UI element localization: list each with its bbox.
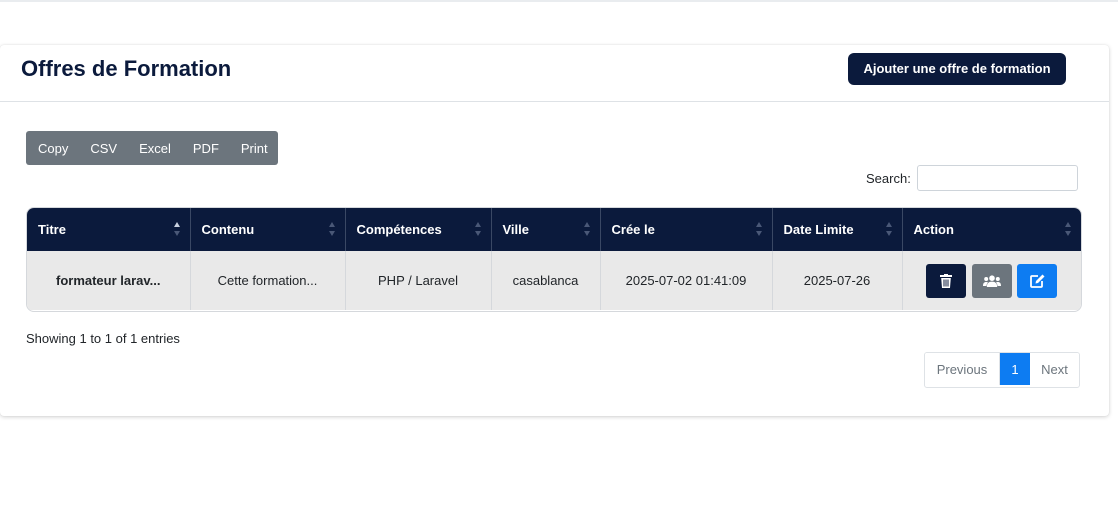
column-header-competences[interactable]: Compétences	[345, 208, 492, 251]
excel-button[interactable]: Excel	[128, 131, 182, 165]
column-header-label: Date Limite	[783, 222, 854, 237]
column-header-label: Contenu	[201, 222, 255, 237]
column-header-label: Crée le	[611, 222, 655, 237]
column-header-label: Ville	[502, 222, 530, 237]
offers-card: Offres de Formation Ajouter une offre de…	[0, 45, 1109, 416]
copy-button[interactable]: Copy	[26, 131, 79, 165]
table-row: formateur larav... Cette formation... PH…	[27, 251, 1081, 310]
table-header-row: Titre Contenu Compétences Ville Crée le …	[27, 208, 1081, 251]
cell-date-limite: 2025-07-26	[772, 251, 903, 310]
sort-icon	[474, 222, 482, 236]
pdf-button[interactable]: PDF	[182, 131, 230, 165]
column-header-label: Action	[913, 222, 954, 237]
sort-asc-icon	[173, 222, 181, 236]
sort-icon	[583, 222, 591, 236]
table-info: Showing 1 to 1 of 1 entries	[26, 331, 180, 346]
column-header-label: Compétences	[356, 222, 442, 237]
pagination-previous[interactable]: Previous	[925, 353, 1000, 385]
cell-titre: formateur larav...	[27, 251, 191, 310]
column-header-titre[interactable]: Titre	[27, 208, 191, 251]
edit-button[interactable]	[1017, 263, 1058, 298]
cell-cree-le: 2025-07-02 01:41:09	[600, 251, 773, 310]
card-header: Offres de Formation Ajouter une offre de…	[0, 45, 1109, 102]
print-button[interactable]: Print	[230, 131, 279, 165]
column-header-label: Titre	[38, 222, 66, 237]
sort-icon	[755, 222, 763, 236]
column-header-date-limite[interactable]: Date Limite	[772, 208, 903, 251]
pagination: Previous 1 Next	[924, 352, 1080, 388]
offers-table-wrapper: Titre Contenu Compétences Ville Crée le …	[26, 207, 1082, 312]
top-divider	[0, 0, 1118, 2]
candidates-button[interactable]	[971, 263, 1012, 298]
page-title: Offres de Formation	[21, 56, 232, 81]
cell-actions	[902, 251, 1081, 310]
pagination-page-1[interactable]: 1	[1000, 353, 1030, 385]
search-label: Search:	[866, 171, 911, 186]
column-header-action[interactable]: Action	[902, 208, 1081, 251]
edit-icon	[1029, 274, 1045, 288]
offers-table: Titre Contenu Compétences Ville Crée le …	[27, 208, 1081, 310]
sort-icon	[1065, 222, 1072, 236]
cell-ville: casablanca	[491, 251, 601, 310]
cell-contenu: Cette formation...	[190, 251, 346, 310]
column-header-cree-le[interactable]: Crée le	[600, 208, 773, 251]
sort-icon	[885, 222, 893, 236]
search-input[interactable]	[917, 165, 1078, 191]
cell-competences: PHP / Laravel	[345, 251, 492, 310]
trash-icon	[940, 273, 953, 288]
sort-icon	[328, 222, 336, 236]
add-offer-button[interactable]: Ajouter une offre de formation	[848, 53, 1066, 85]
export-button-group: Copy CSV Excel PDF Print	[26, 131, 278, 165]
column-header-ville[interactable]: Ville	[491, 208, 601, 251]
column-header-contenu[interactable]: Contenu	[190, 208, 346, 251]
csv-button[interactable]: CSV	[79, 131, 128, 165]
users-icon	[982, 274, 1001, 287]
delete-button[interactable]	[926, 263, 967, 298]
pagination-next[interactable]: Next	[1030, 353, 1079, 385]
